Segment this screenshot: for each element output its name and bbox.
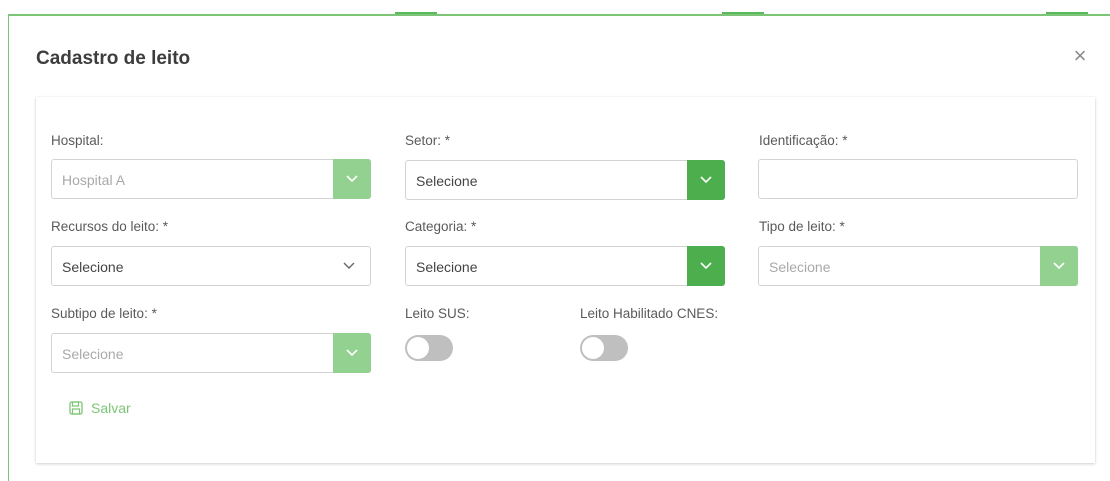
setor-value: Selecione — [416, 173, 478, 189]
save-icon — [69, 401, 83, 415]
categoria-value: Selecione — [416, 259, 478, 275]
modal-title: Cadastro de leito — [36, 48, 191, 69]
toggle-knob — [407, 337, 429, 359]
subtipo-label: Subtipo de leito: * — [51, 306, 157, 321]
tipo-select[interactable]: Selecione — [758, 246, 1078, 286]
leito-cnes-toggle[interactable] — [580, 335, 628, 361]
close-icon[interactable]: × — [1070, 44, 1090, 68]
identificacao-input[interactable] — [758, 159, 1078, 199]
save-label: Salvar — [91, 400, 131, 416]
chevron-down-icon — [346, 175, 358, 183]
leito-sus-label: Leito SUS: — [405, 306, 470, 321]
tipo-label: Tipo de leito: * — [759, 219, 845, 234]
hospital-dropdown-button — [333, 159, 371, 199]
categoria-label: Categoria: * — [405, 219, 477, 234]
chevron-down-icon — [346, 349, 358, 357]
subtipo-value: Selecione — [62, 346, 124, 362]
setor-dropdown-button[interactable] — [687, 160, 725, 200]
recursos-value: Selecione — [62, 259, 124, 275]
chevron-down-icon — [343, 262, 355, 269]
chevron-down-icon — [700, 176, 712, 184]
hospital-select: Hospital A — [51, 159, 371, 199]
tipo-dropdown-button[interactable] — [1040, 246, 1078, 286]
identificacao-label: Identificação: * — [759, 133, 848, 148]
categoria-dropdown-button[interactable] — [687, 246, 725, 286]
setor-select[interactable]: Selecione — [405, 160, 725, 200]
leito-sus-toggle[interactable] — [405, 335, 453, 361]
tipo-value: Selecione — [769, 259, 831, 275]
categoria-select[interactable]: Selecione — [405, 246, 725, 286]
leito-cnes-label: Leito Habilitado CNES: — [580, 306, 719, 321]
recursos-select[interactable]: Selecione — [51, 246, 371, 286]
toggle-knob — [582, 337, 604, 359]
hospital-label: Hospital: — [51, 133, 104, 148]
subtipo-select[interactable]: Selecione — [51, 333, 371, 373]
setor-label: Setor: * — [405, 133, 451, 148]
recursos-label: Recursos do leito: * — [51, 219, 169, 234]
chevron-down-icon — [1053, 262, 1065, 270]
hospital-value: Hospital A — [62, 172, 126, 188]
subtipo-dropdown-button[interactable] — [333, 333, 371, 373]
save-button[interactable]: Salvar — [69, 400, 131, 416]
chevron-down-icon — [700, 262, 712, 270]
